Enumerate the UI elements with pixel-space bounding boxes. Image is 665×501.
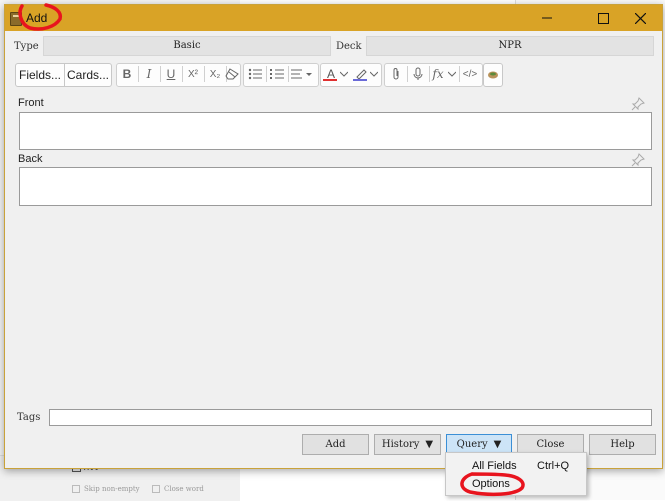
close-window-button[interactable] (617, 5, 663, 31)
bullet-list-icon (248, 68, 262, 80)
back-field-label: Back (18, 153, 43, 165)
tags-label: Tags (17, 412, 41, 423)
close-icon (634, 12, 646, 24)
numbered-list-icon (270, 69, 284, 79)
history-label: History (381, 439, 420, 450)
background-skip-checkbox[interactable]: Skip non-empty (72, 485, 140, 493)
formula-icon: fx (432, 67, 444, 81)
app-icon (10, 12, 22, 26)
superscript-button[interactable]: X² (183, 63, 203, 85)
add-button[interactable]: Add (302, 434, 369, 455)
minimize-icon (542, 17, 552, 19)
numbered-list-button[interactable] (267, 63, 287, 85)
text-color-button[interactable]: A (321, 63, 351, 85)
add-dialog: Add Type Basic Deck NPR Fields... Cards.… (4, 4, 663, 469)
menu-item-all-fields[interactable]: All Fields (472, 460, 517, 472)
checkbox-icon (72, 485, 80, 493)
tags-input[interactable] (49, 409, 652, 426)
history-button[interactable]: History ▼ (374, 434, 441, 455)
fields-button[interactable]: Fields... (15, 63, 65, 87)
query-label: Query (456, 439, 488, 450)
pin-icon[interactable] (631, 153, 645, 167)
deck-selector[interactable]: NPR (366, 36, 654, 56)
chevron-down-icon (369, 71, 378, 77)
record-audio-button[interactable] (408, 63, 428, 85)
background-close-word-checkbox[interactable]: Close word (152, 485, 204, 493)
dropdown-arrow-icon: ▼ (425, 439, 434, 450)
title-bar[interactable]: Add (5, 5, 662, 31)
microphone-icon (413, 67, 423, 80)
maximize-icon (597, 12, 609, 24)
checkbox-icon (152, 485, 160, 493)
eraser-icon (225, 68, 239, 80)
addon-button[interactable] (483, 63, 503, 87)
html-editor-button[interactable]: </> (460, 63, 480, 85)
dropdown-arrow-icon: ▼ (493, 439, 502, 450)
type-label: Type (14, 41, 39, 52)
help-button[interactable]: Help (589, 434, 656, 455)
italic-button[interactable]: I (139, 63, 159, 85)
menu-item-options[interactable]: Options (472, 478, 510, 490)
cards-button[interactable]: Cards... (64, 63, 112, 87)
chevron-down-icon (447, 71, 456, 77)
note-type-selector[interactable]: Basic (43, 36, 331, 56)
background-skip-label: Skip non-empty (84, 485, 140, 493)
bullet-list-button[interactable] (245, 63, 265, 85)
align-button[interactable] (287, 63, 317, 85)
align-left-icon (291, 69, 312, 79)
chevron-down-icon (340, 71, 348, 77)
text-color-swatch (323, 79, 337, 81)
front-field-label: Front (18, 97, 44, 109)
paperclip-icon (393, 68, 399, 80)
highlight-button[interactable] (351, 63, 380, 85)
eraser-button[interactable] (221, 63, 243, 85)
menu-shortcut-all-fields: Ctrl+Q (537, 460, 570, 472)
back-field-editor[interactable] (19, 167, 652, 206)
minimize-button[interactable] (524, 5, 570, 31)
addon-icon (488, 71, 498, 79)
background-close-word-label: Close word (164, 485, 204, 493)
underline-button[interactable]: U (161, 63, 181, 85)
bold-button[interactable]: B (117, 63, 137, 85)
highlight-color-swatch (353, 79, 367, 81)
query-menu: All Fields Ctrl+Q Options (445, 452, 587, 496)
formula-button[interactable]: fx (429, 63, 459, 85)
window-title: Add (26, 11, 48, 25)
attach-button[interactable] (386, 63, 406, 85)
deck-label: Deck (336, 41, 362, 52)
pin-icon[interactable] (631, 97, 645, 111)
front-field-editor[interactable] (19, 112, 652, 150)
